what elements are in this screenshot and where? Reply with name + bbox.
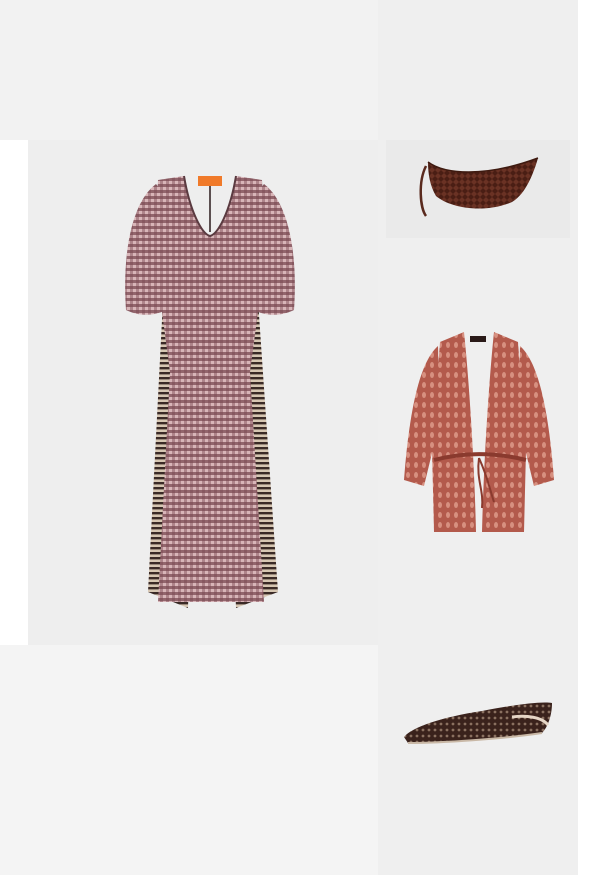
gingham-dress-image[interactable]	[118, 172, 302, 612]
brand-label-icon	[198, 176, 222, 186]
background-panel	[0, 0, 378, 140]
cardigan-icon	[404, 332, 554, 532]
woven-bag-image[interactable]	[414, 152, 542, 222]
dress-icon	[125, 175, 295, 608]
shoe-icon	[404, 702, 552, 744]
outfit-collage	[0, 0, 606, 875]
background-panel	[0, 645, 378, 875]
open-knit-cardigan-image[interactable]	[404, 330, 554, 535]
woven-flat-shoe-image[interactable]	[402, 697, 554, 747]
bag-icon	[419, 157, 539, 217]
